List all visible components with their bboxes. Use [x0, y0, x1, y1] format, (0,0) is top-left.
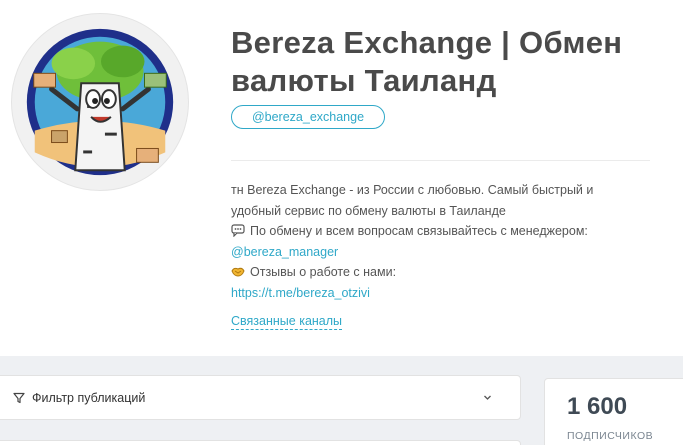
filter-label: Фильтр публикаций: [32, 391, 146, 405]
funnel-icon: [13, 392, 25, 404]
handshake-icon: [231, 267, 245, 277]
publications-filter-dropdown[interactable]: Фильтр публикаций: [0, 375, 521, 420]
secondary-input[interactable]: [0, 440, 521, 445]
divider: [231, 160, 650, 161]
subscribers-label: ПОДПИСЧИКОВ: [567, 430, 654, 442]
related-channels-link[interactable]: Связанные каналы: [231, 314, 343, 330]
channel-description: тн Bereza Exchange - из России с любовью…: [231, 180, 651, 303]
description-text: По обмену и всем вопросам связывайтесь с…: [250, 224, 588, 238]
manager-link[interactable]: @bereza_manager: [231, 245, 338, 259]
channel-header-card: Bereza Exchange | Обмен валюты Таиланд @…: [0, 0, 683, 356]
speech-bubble-icon: [231, 224, 245, 237]
description-line: тн Bereza Exchange - из России с любовью…: [231, 183, 594, 197]
channel-title: Bereza Exchange | Обмен валюты Таиланд: [231, 25, 623, 98]
description-line-reviews: Отзывы о работе с нами:: [231, 262, 651, 283]
description-text: Отзывы о работе с нами:: [250, 265, 397, 279]
birch-tree-mascot-icon: [26, 28, 174, 176]
description-line: удобный сервис по обмену валюты в Таилан…: [231, 203, 506, 218]
subscribers-stat-card: 1 600 ПОДПИСЧИКОВ: [544, 378, 683, 445]
reviews-link[interactable]: https://t.me/bereza_otzivi: [231, 286, 370, 300]
chevron-down-icon: [484, 395, 491, 400]
channel-avatar: [11, 13, 189, 191]
channel-username-button[interactable]: @bereza_exchange: [231, 105, 385, 129]
description-line-contact: По обмену и всем вопросам связывайтесь с…: [231, 221, 651, 242]
subscribers-count: 1 600: [567, 393, 628, 420]
